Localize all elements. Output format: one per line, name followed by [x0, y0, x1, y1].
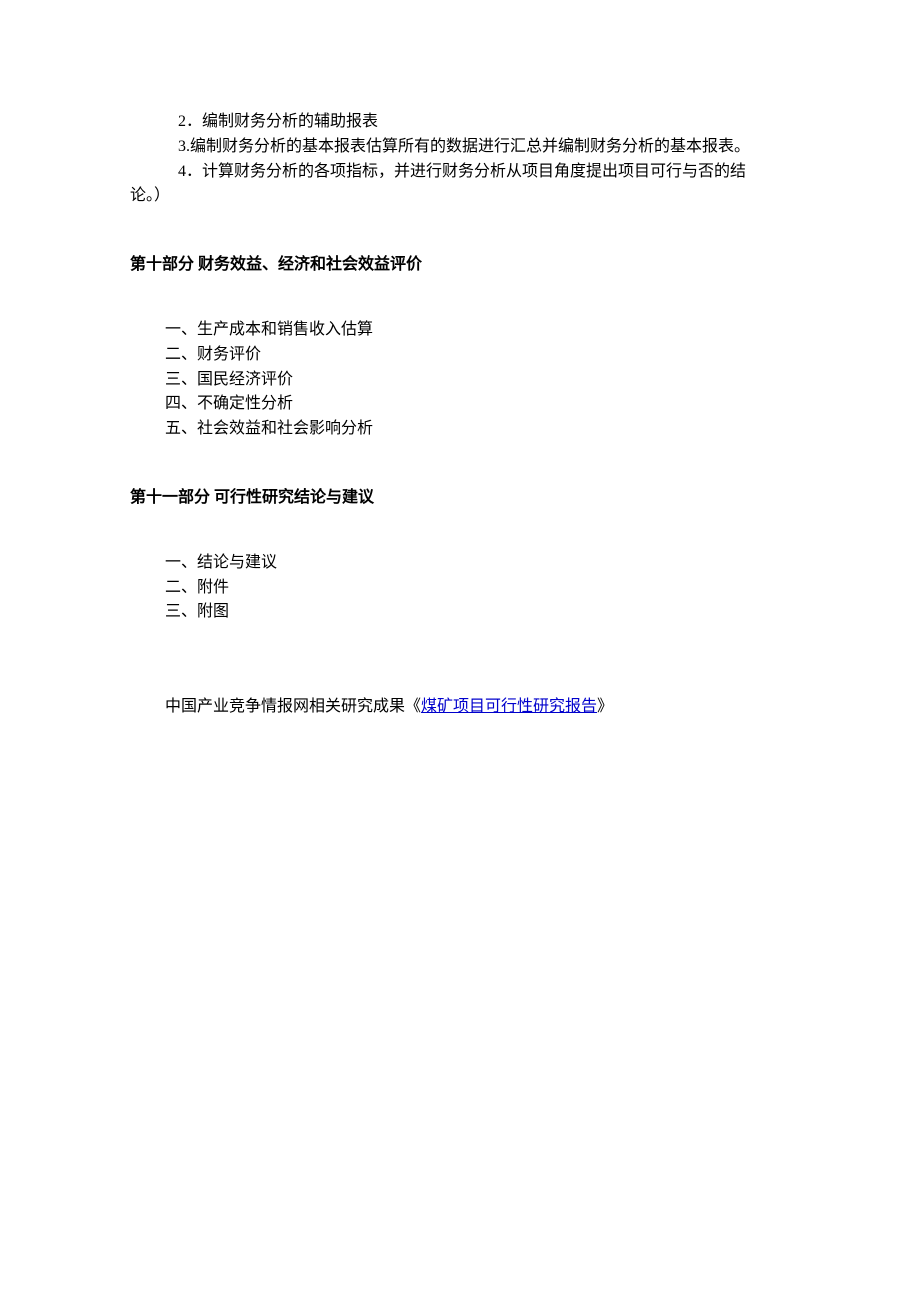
list-item: 一、结论与建议	[165, 551, 790, 576]
numbered-item-3: 3.编制财务分析的基本报表估算所有的数据进行汇总并编制财务分析的基本报表。	[178, 135, 790, 160]
document-page: 2．编制财务分析的辅助报表 3.编制财务分析的基本报表估算所有的数据进行汇总并编…	[0, 0, 920, 720]
section-10-heading: 第十部分 财务效益、经济和社会效益评价	[130, 253, 790, 278]
section-11-list: 一、结论与建议 二、附件 三、附图	[130, 551, 790, 625]
list-item: 三、国民经济评价	[165, 368, 790, 393]
numbered-item-4-line2: 论。）	[130, 184, 790, 209]
reference-link[interactable]: 煤矿项目可行性研究报告	[421, 698, 597, 715]
reference-line: 中国产业竞争情报网相关研究成果《煤矿项目可行性研究报告》	[130, 695, 790, 720]
numbered-item-2: 2．编制财务分析的辅助报表	[178, 110, 790, 135]
list-item: 一、生产成本和销售收入估算	[165, 318, 790, 343]
list-item: 二、财务评价	[165, 343, 790, 368]
reference-prefix: 中国产业竞争情报网相关研究成果《	[165, 698, 421, 715]
list-item: 三、附图	[165, 600, 790, 625]
section-10-list: 一、生产成本和销售收入估算 二、财务评价 三、国民经济评价 四、不确定性分析 五…	[130, 318, 790, 442]
numbered-item-4-line1: 4．计算财务分析的各项指标，并进行财务分析从项目角度提出项目可行与否的结	[178, 160, 790, 185]
numbered-continuation-block: 2．编制财务分析的辅助报表 3.编制财务分析的基本报表估算所有的数据进行汇总并编…	[130, 110, 790, 184]
list-item: 二、附件	[165, 576, 790, 601]
reference-suffix: 》	[597, 698, 613, 715]
section-11-heading: 第十一部分 可行性研究结论与建议	[130, 486, 790, 511]
list-item: 五、社会效益和社会影响分析	[165, 417, 790, 442]
list-item: 四、不确定性分析	[165, 392, 790, 417]
